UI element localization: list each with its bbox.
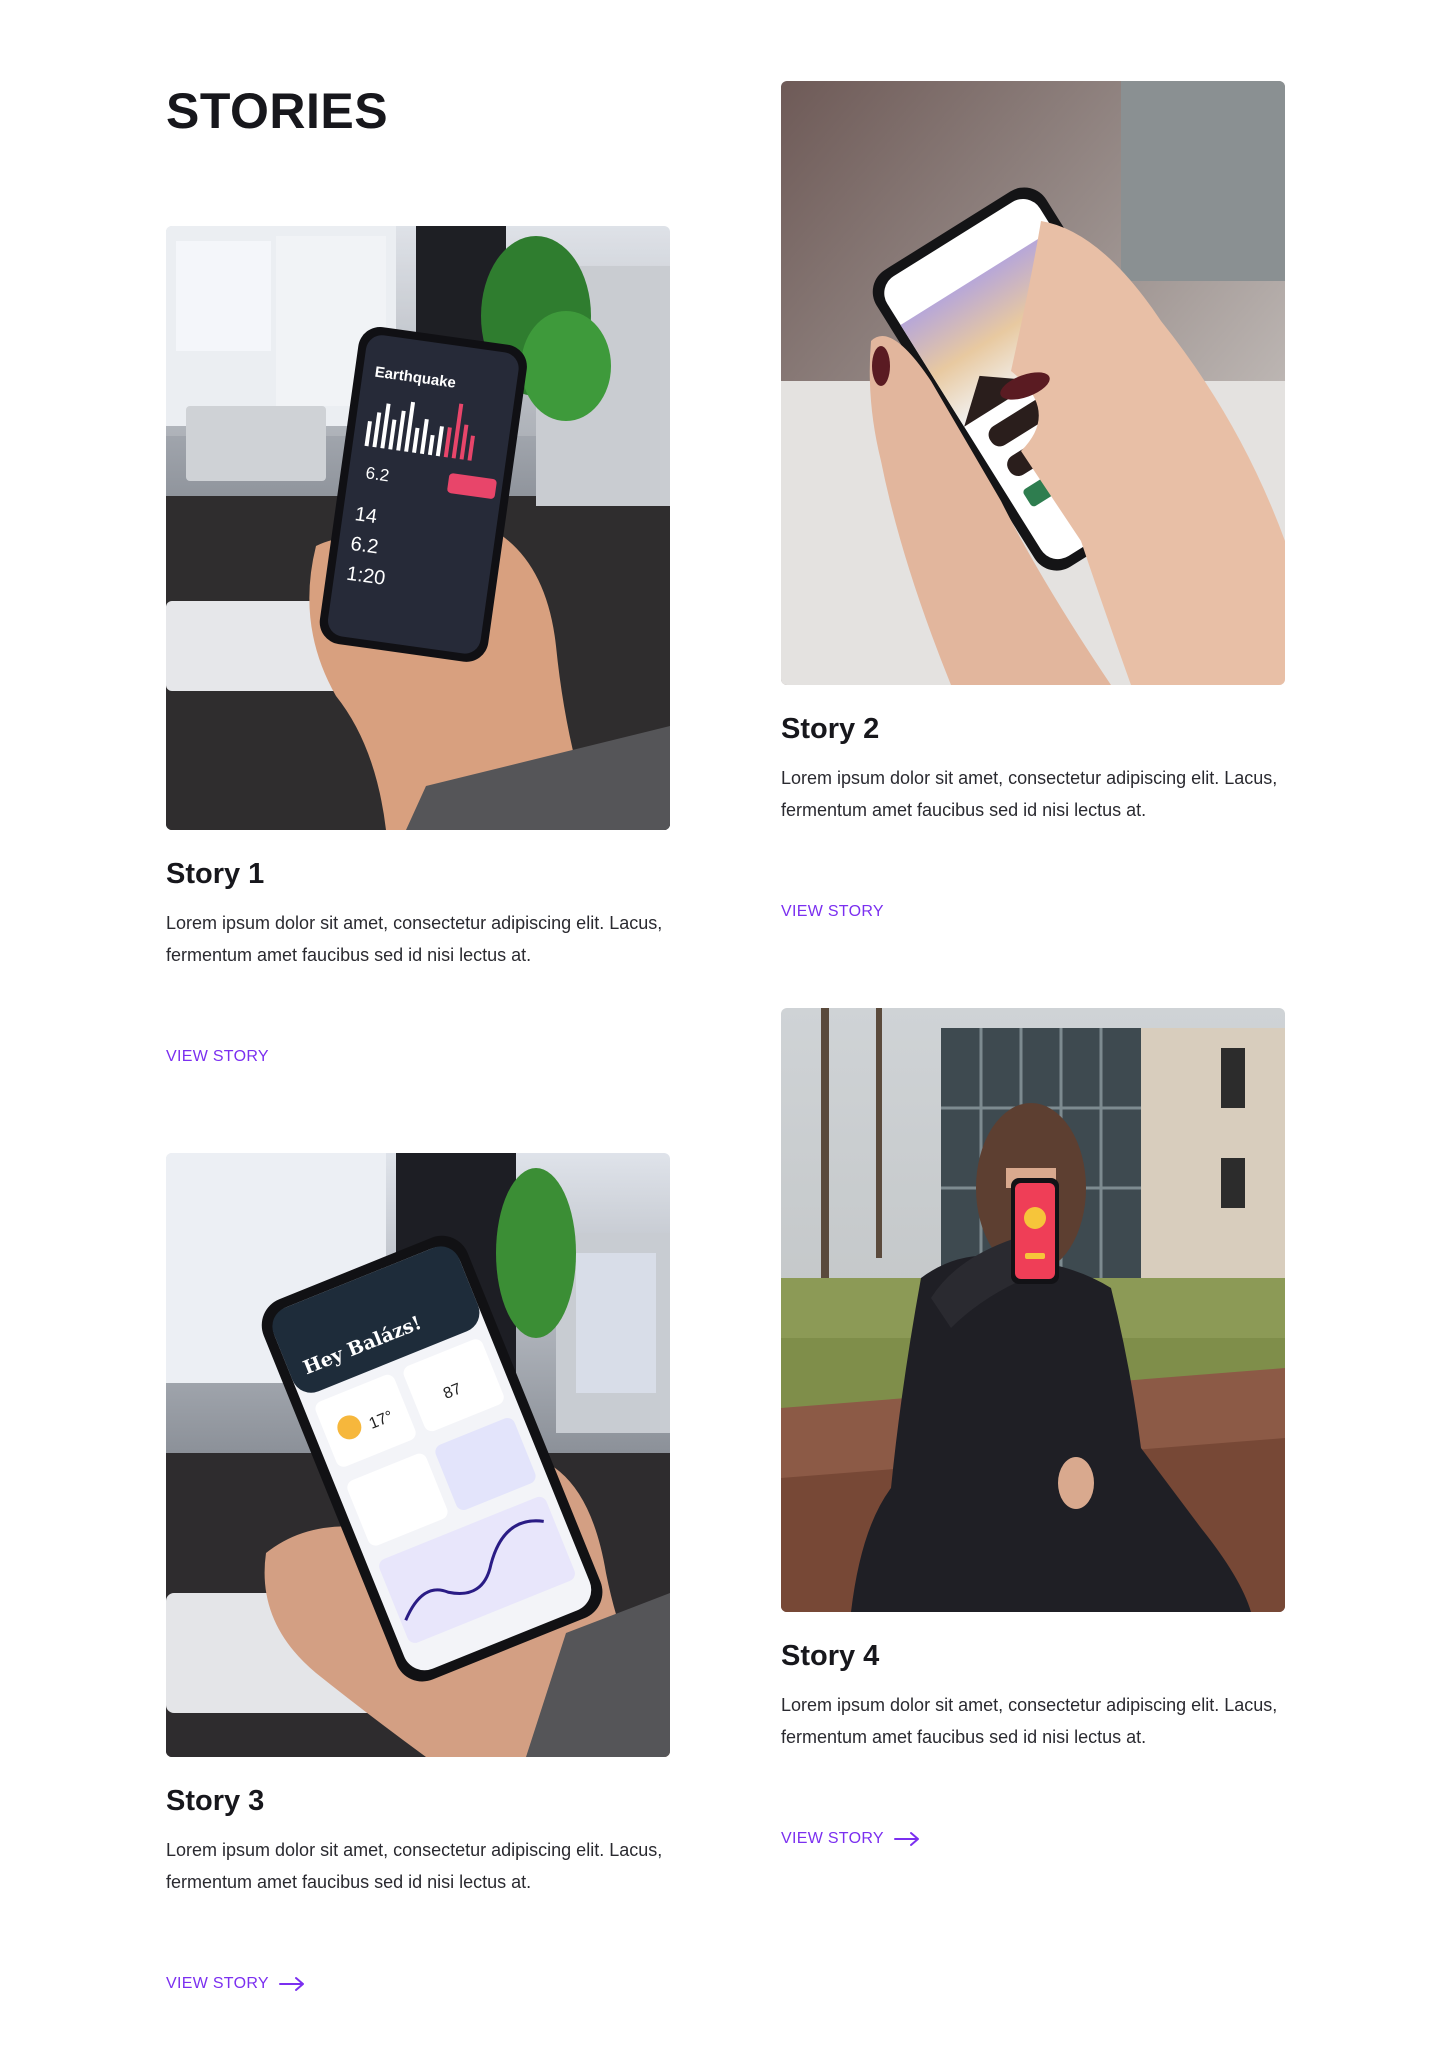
section-title: STORIES xyxy=(166,83,389,139)
view-story-link-2[interactable]: VIEW STORY xyxy=(781,903,884,921)
story-image-3[interactable]: Hey Balázs! 17° 87 xyxy=(166,1153,670,1757)
story-card-4: Story 4 Lorem ipsum dolor sit amet, cons… xyxy=(781,1008,1285,1847)
svg-text:6.2: 6.2 xyxy=(349,533,380,559)
story-title-3: Story 3 xyxy=(166,1785,265,1817)
story-card-1: Earthquake 6.2 14 6.2 1:20 Story 1 Lorem… xyxy=(166,226,670,1065)
story-title-4: Story 4 xyxy=(781,1640,880,1672)
story-image-2[interactable] xyxy=(781,81,1285,685)
view-story-label: VIEW STORY xyxy=(781,1830,884,1847)
story-card-3: Hey Balázs! 17° 87 Story 3 Lorem ipsum d… xyxy=(166,1153,670,1992)
arrow-right-icon xyxy=(278,1977,304,1991)
story-description-2: Lorem ipsum dolor sit amet, consectetur … xyxy=(781,768,1278,820)
view-story-link-4[interactable]: VIEW STORY xyxy=(781,1830,920,1848)
view-story-label: VIEW STORY xyxy=(781,903,884,920)
arrow-right-icon xyxy=(893,1832,919,1846)
svg-text:14: 14 xyxy=(353,503,378,528)
view-story-label: VIEW STORY xyxy=(166,1975,269,1992)
story-image-1[interactable]: Earthquake 6.2 14 6.2 1:20 xyxy=(166,226,670,830)
story-title-2: Story 2 xyxy=(781,713,880,745)
story-title-1: Story 1 xyxy=(166,858,265,890)
view-story-label: VIEW STORY xyxy=(166,1048,269,1065)
story-image-4[interactable] xyxy=(781,1008,1285,1612)
view-story-link-1[interactable]: VIEW STORY xyxy=(166,1048,269,1066)
story-description-1: Lorem ipsum dolor sit amet, consectetur … xyxy=(166,913,663,965)
stories-page: STORIES Earthquake 6.2 14 6.2 1:20 Story… xyxy=(0,0,1435,2064)
story-description-3: Lorem ipsum dolor sit amet, consectetur … xyxy=(166,1840,663,1892)
svg-text:6.2: 6.2 xyxy=(364,463,390,485)
view-story-link-3[interactable]: VIEW STORY xyxy=(166,1975,305,1993)
story-card-2: Story 2 Lorem ipsum dolor sit amet, cons… xyxy=(781,81,1285,920)
story-description-4: Lorem ipsum dolor sit amet, consectetur … xyxy=(781,1695,1278,1747)
